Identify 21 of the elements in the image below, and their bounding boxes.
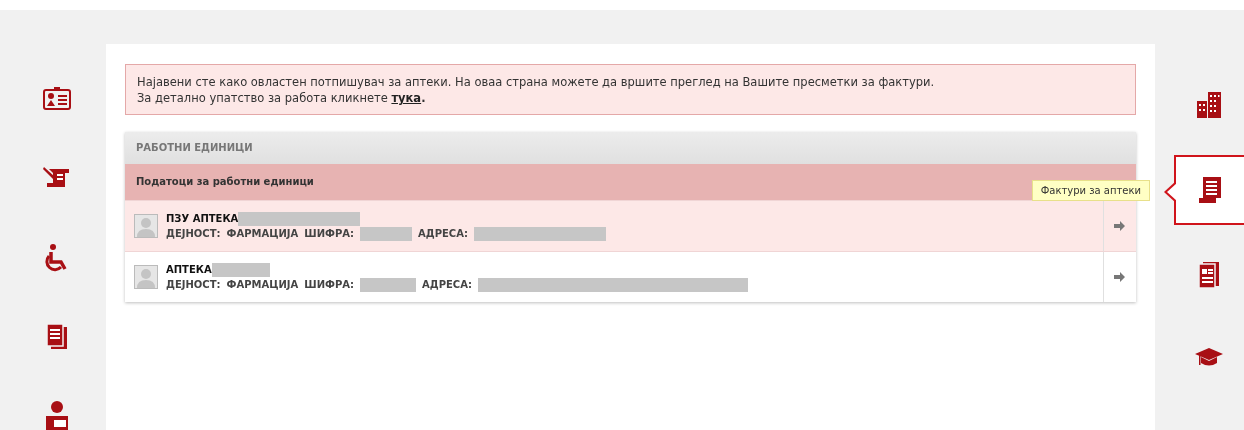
unit-name: ПЗУ АПТЕКА bbox=[166, 213, 239, 224]
unit-row[interactable]: ПЗУ АПТЕКА ДЕЈНОСТ: ФАРМАЦИЈА ШИФРА: АДРЕСА: bbox=[125, 200, 1136, 251]
field-value: ФАРМАЦИЈА bbox=[226, 228, 299, 239]
field-value: ФАРМАЦИЈА bbox=[226, 279, 299, 290]
help-link[interactable]: тука bbox=[391, 91, 422, 105]
field-label: ШИФРА: bbox=[304, 228, 354, 239]
avatar-icon bbox=[134, 265, 158, 289]
field-label: АДРЕСА: bbox=[422, 279, 472, 290]
selection-pointer bbox=[1164, 181, 1176, 203]
notice-text: Најавени сте како овластен потпишувач за аптеки. На оваа страна можете да вршите преглед на Вашите пресметки за фактури. bbox=[137, 74, 936, 90]
field-label: ДЕЈНОСТ: bbox=[166, 279, 221, 290]
arrow-right-icon bbox=[1114, 220, 1126, 232]
notice-text: За детално упатство за работа кликнете тука. bbox=[137, 90, 427, 106]
avatar-icon bbox=[134, 214, 158, 238]
field-label: АДРЕСА: bbox=[418, 228, 468, 239]
field-label: ДЕЈНОСТ: bbox=[166, 228, 221, 239]
unit-row[interactable]: АПТЕКА ДЕЈНОСТ: ФАРМАЦИЈА ШИФРА: АДРЕСА: bbox=[125, 251, 1136, 302]
unit-name: АПТЕКА bbox=[166, 264, 212, 275]
arrow-right-icon bbox=[1114, 271, 1126, 283]
field-label: ШИФРА: bbox=[304, 279, 354, 290]
panel-title: РАБОТНИ ЕДИНИЦИ bbox=[125, 132, 1136, 164]
